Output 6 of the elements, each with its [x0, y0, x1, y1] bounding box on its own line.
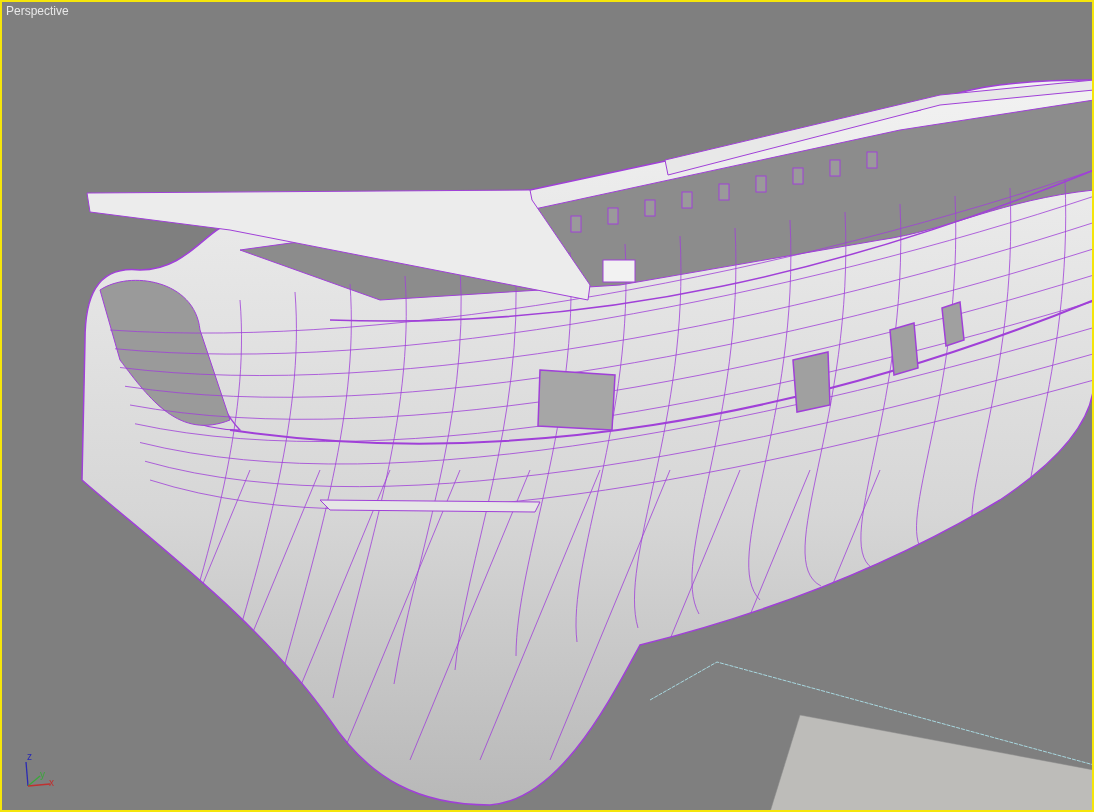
axis-gizmo-icon — [25, 761, 51, 787]
axis-label: z — [27, 752, 32, 762]
axis-label: y — [40, 770, 45, 780]
axis-label: x — [49, 778, 54, 788]
viewport-label[interactable]: Perspective — [6, 4, 69, 18]
perspective-viewport[interactable]: Perspective z y x — [0, 0, 1094, 812]
